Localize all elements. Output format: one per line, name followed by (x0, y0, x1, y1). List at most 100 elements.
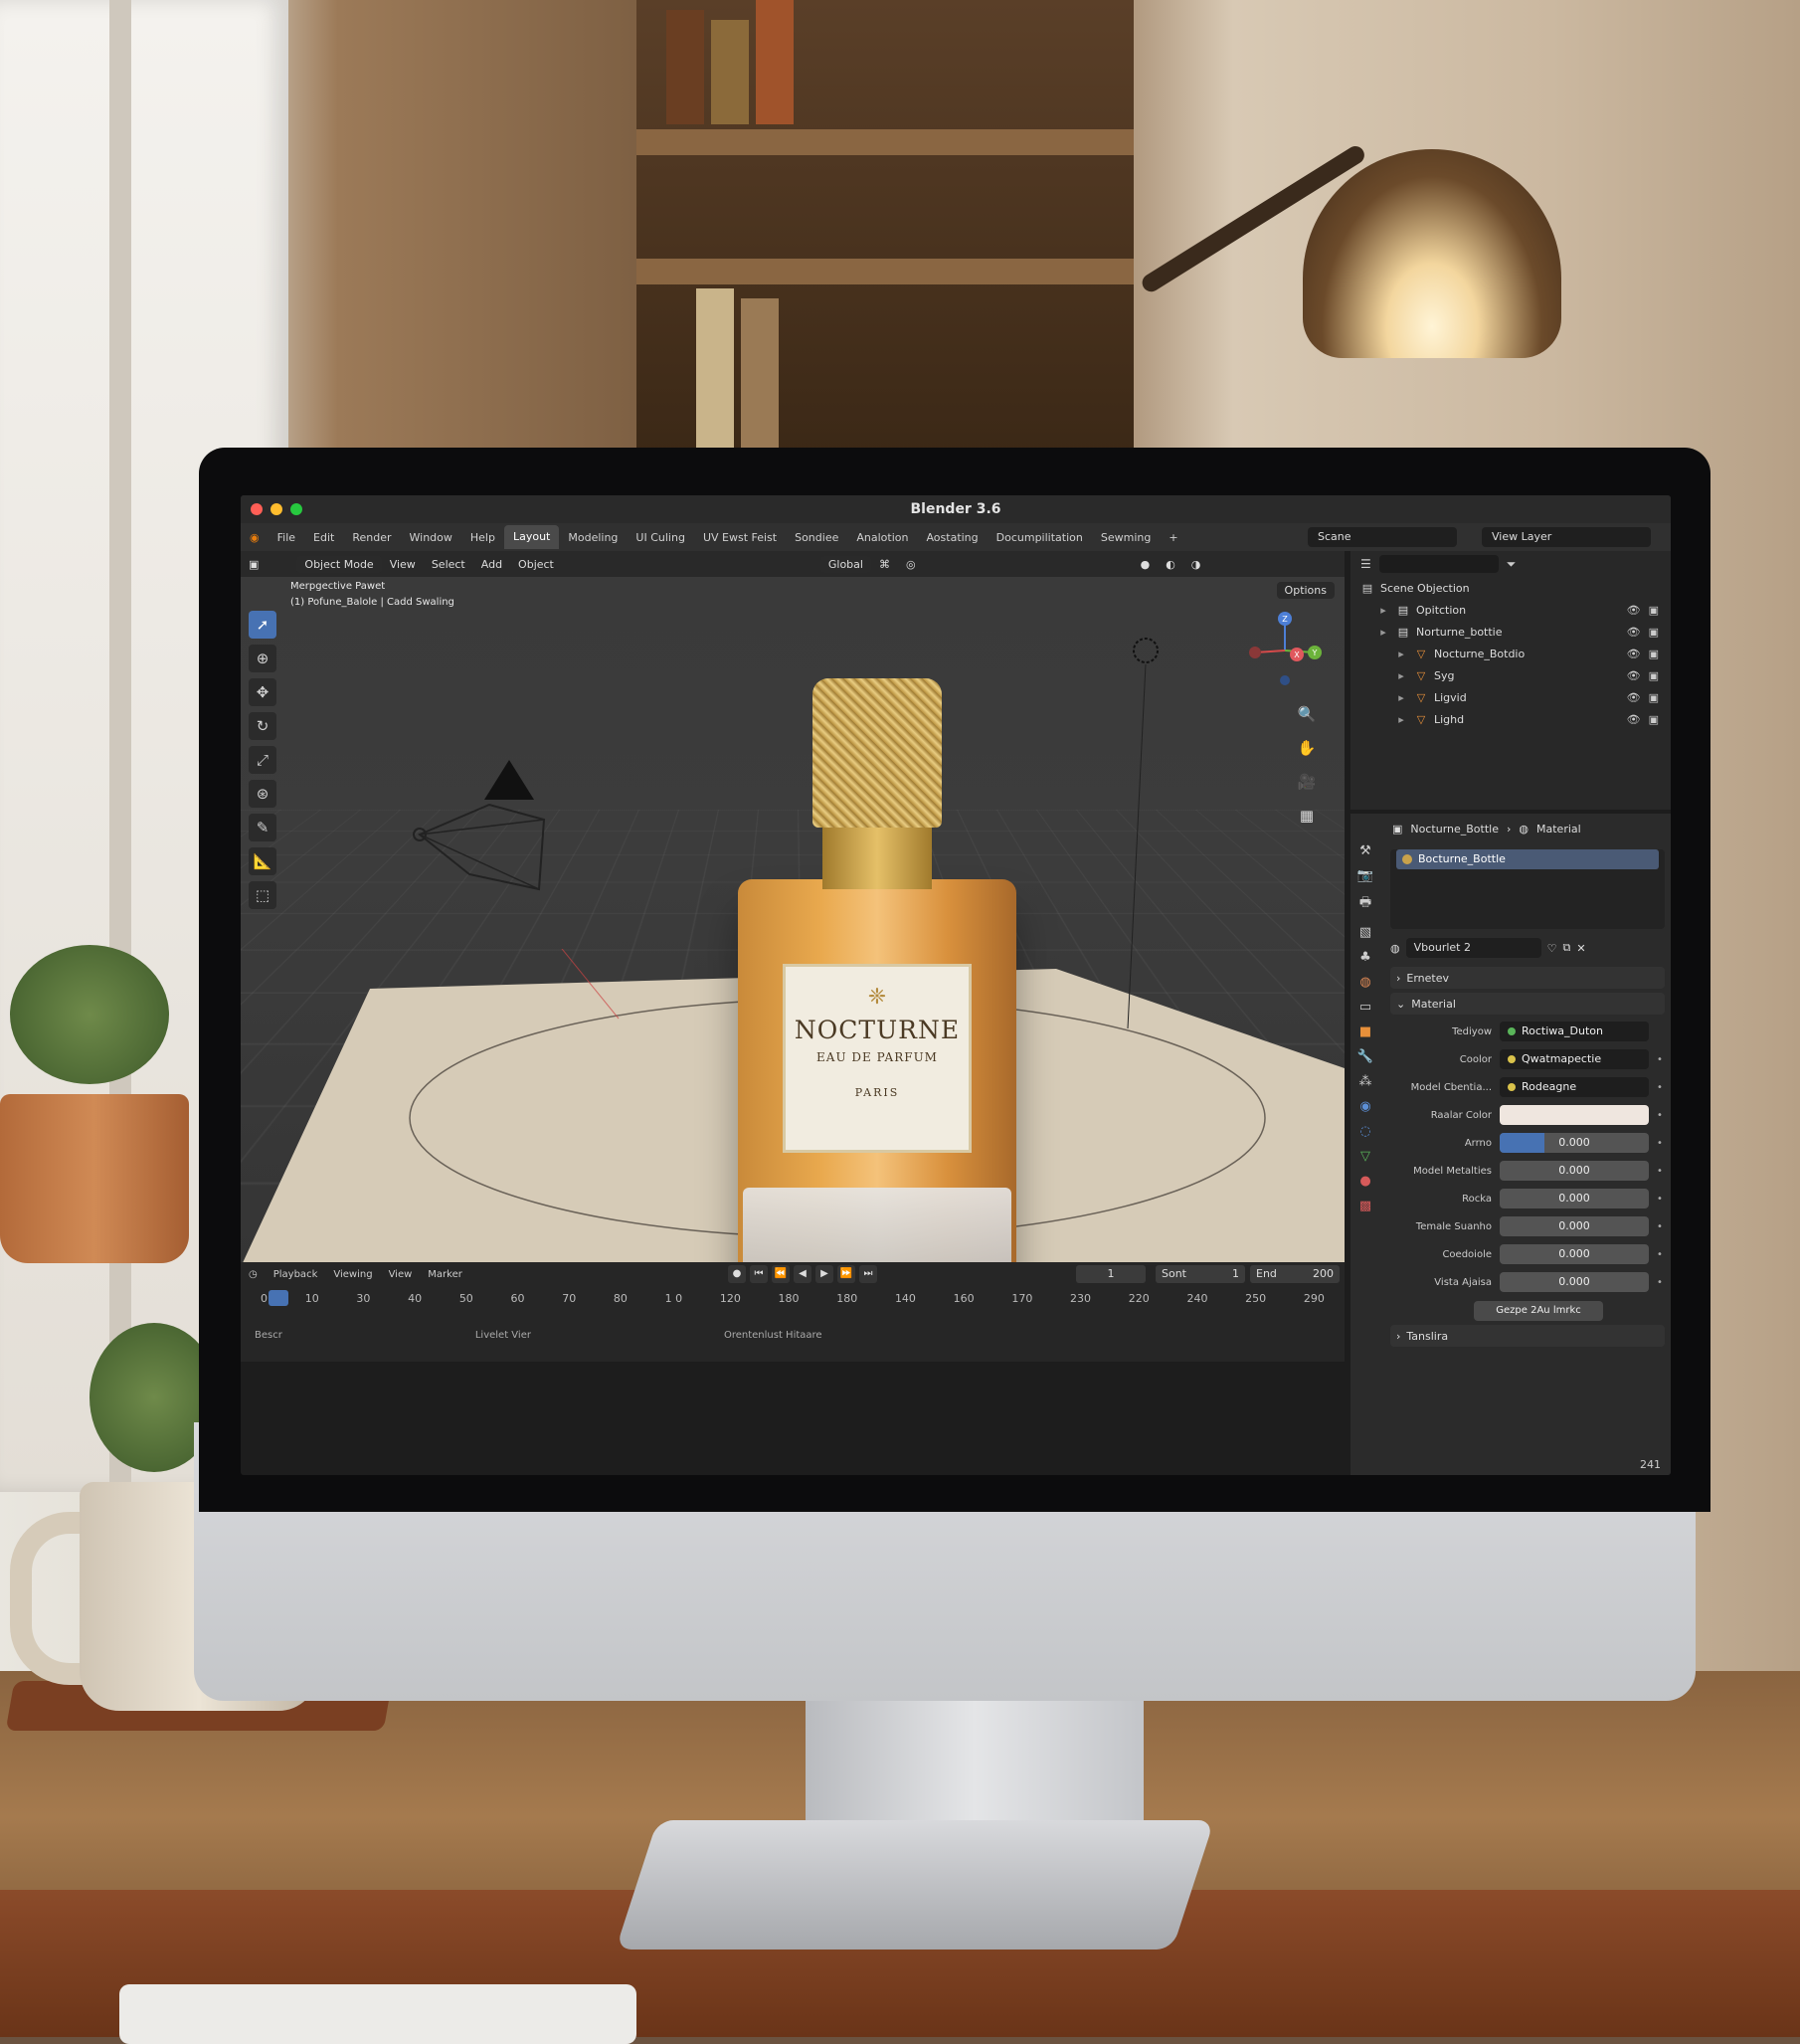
display-mode-icon[interactable]: ☰ (1360, 557, 1371, 571)
snap-icon[interactable]: ⌘ (871, 558, 898, 571)
menu-object[interactable]: Object (510, 558, 562, 571)
world-tab-icon[interactable]: ◍ (1359, 975, 1370, 990)
minimize-button[interactable] (270, 503, 282, 515)
expand-arrow-icon[interactable]: ▸ (1376, 625, 1390, 639)
menu-marker[interactable]: Marker (420, 1269, 470, 1280)
transform-icon[interactable]: ⊛ (249, 780, 276, 808)
physics-tab-icon[interactable]: ◉ (1359, 1099, 1370, 1114)
timeline[interactable]: ◷ Playback Viewing View Marker ● ⏮ ⏪ ◀ ▶… (241, 1262, 1345, 1362)
keyframe-dot-icon[interactable]: • (1657, 1110, 1663, 1121)
tab-uv[interactable]: UV Ewst Feist (694, 531, 786, 544)
keyframe-dot-icon[interactable]: • (1657, 1054, 1663, 1065)
tab-ui-culing[interactable]: UI Culing (627, 531, 694, 544)
material-tab-icon[interactable]: ● (1359, 1174, 1370, 1189)
shading-rendered-icon[interactable]: ◑ (1183, 558, 1209, 571)
jump-end-icon[interactable]: ⏭ (859, 1265, 877, 1283)
zoom-icon[interactable]: 🔍 (1293, 700, 1321, 728)
play-icon[interactable]: ▶ (815, 1265, 833, 1283)
material-slot[interactable]: Bocturne_Bottle (1396, 849, 1659, 869)
menu-render[interactable]: Render (343, 531, 400, 544)
shading-material-icon[interactable]: ◐ (1158, 558, 1183, 571)
editor-type-icon[interactable]: ▣ (241, 558, 267, 571)
keyframe-dot-icon[interactable]: • (1657, 1138, 1663, 1149)
property-field[interactable]: 0.000 (1500, 1133, 1649, 1153)
property-field[interactable]: 0.000 (1500, 1161, 1649, 1181)
duplicate-icon[interactable]: ⧉ (1562, 941, 1570, 955)
menu-edit[interactable]: Edit (304, 531, 343, 544)
outliner-item[interactable]: ▸ ▽ Syg 👁 ▣ (1350, 664, 1671, 686)
tab-aostating[interactable]: Aostating (917, 531, 987, 544)
shading-solid-icon[interactable]: ● (1133, 558, 1159, 571)
property-field[interactable] (1500, 1105, 1649, 1125)
tab-documpilitation[interactable]: Documpilitation (988, 531, 1092, 544)
panel-next[interactable]: › Tanslira (1390, 1325, 1665, 1347)
material-slot-list[interactable]: Bocturne_Bottle (1390, 849, 1665, 929)
tab-modeling[interactable]: Modeling (559, 531, 627, 544)
move-icon[interactable]: ✥ (249, 678, 276, 706)
play-reverse-icon[interactable]: ◀ (794, 1265, 811, 1283)
menu-help[interactable]: Help (461, 531, 504, 544)
keyframe-dot-icon[interactable]: • (1657, 1221, 1663, 1232)
fake-user-icon[interactable]: ♡ (1547, 942, 1557, 955)
tab-analotion[interactable]: Analotion (847, 531, 917, 544)
mode-selector[interactable]: Object Mode (296, 555, 382, 573)
timeline-editor-icon[interactable]: ◷ (241, 1269, 266, 1280)
menu-add[interactable]: Add (473, 558, 510, 571)
close-button[interactable] (251, 503, 263, 515)
panel-material[interactable]: ⌄ Material (1390, 993, 1665, 1015)
next-keyframe-icon[interactable]: ⏩ (837, 1265, 855, 1283)
grid-view-icon[interactable]: ▦ (1293, 802, 1321, 830)
tool-tab-icon[interactable]: ⚒ (1359, 843, 1371, 858)
outliner-item[interactable]: ▸ ▤ Norturne_bottie 👁 ▣ (1350, 621, 1671, 643)
measure-icon[interactable]: 📐 (249, 847, 276, 875)
breadcrumb-object[interactable]: Nocturne_Bottle (1410, 823, 1499, 836)
menu-playback[interactable]: Playback (266, 1269, 326, 1280)
keyframe-dot-icon[interactable]: • (1657, 1249, 1663, 1260)
pan-hand-icon[interactable]: ✋ (1293, 734, 1321, 762)
filter-icon[interactable]: ⏷ (1507, 557, 1517, 572)
annotate-icon[interactable]: ✎ (249, 814, 276, 841)
texture-tab-icon[interactable]: ▩ (1359, 1199, 1371, 1213)
property-field[interactable]: 0.000 (1500, 1244, 1649, 1264)
eye-icon[interactable]: 👁 (1627, 626, 1641, 639)
render-toggle-icon[interactable]: ▣ (1649, 648, 1659, 660)
view-layer-tab-icon[interactable]: ▧ (1359, 925, 1371, 940)
outliner-item[interactable]: ▸ ▽ Nocturne_Botdio 👁 ▣ (1350, 643, 1671, 664)
tab-layout[interactable]: Layout (503, 525, 560, 549)
tab-sondiee[interactable]: Sondiee (786, 531, 847, 544)
output-tab-icon[interactable]: 🖶 (1359, 893, 1371, 915)
menu-viewing[interactable]: Viewing (325, 1269, 380, 1280)
outliner-item[interactable]: ▸ ▤ Opitction 👁 ▣ (1350, 599, 1671, 621)
browse-material-icon[interactable]: ◍ (1390, 942, 1400, 955)
current-frame-field[interactable]: 1 (1076, 1265, 1146, 1283)
scene-tab-icon[interactable]: ♣ (1359, 950, 1371, 965)
eye-icon[interactable]: 👁 (1627, 604, 1641, 617)
add-workspace-button[interactable]: + (1160, 531, 1186, 544)
transform-orientation-selector[interactable]: Global (819, 555, 871, 573)
property-field[interactable]: 0.000 (1500, 1189, 1649, 1208)
3d-viewport[interactable]: ❈ NOCTURNE EAU DE PARFUM PARIS ▣ Object … (241, 551, 1345, 1262)
navigation-gizmo[interactable]: Z Y X (1245, 611, 1325, 690)
render-toggle-icon[interactable]: ▣ (1649, 604, 1659, 617)
menu-timeline-view[interactable]: View (381, 1269, 421, 1280)
select-icon[interactable]: ➚ (249, 611, 276, 639)
menu-view[interactable]: View (382, 558, 424, 571)
prev-keyframe-icon[interactable]: ⏪ (772, 1265, 790, 1283)
eye-icon[interactable]: 👁 (1627, 691, 1641, 704)
property-field[interactable]: 0.000 (1500, 1272, 1649, 1292)
panel-preview[interactable]: › Ernetev (1390, 967, 1665, 989)
scale-icon[interactable]: ⤢ (249, 746, 276, 774)
camera-object[interactable] (410, 740, 609, 919)
expand-arrow-icon[interactable]: ▸ (1394, 647, 1408, 660)
particles-tab-icon[interactable]: ⁂ (1359, 1074, 1372, 1089)
keyframe-dot-icon[interactable]: • (1657, 1166, 1663, 1177)
render-toggle-icon[interactable]: ▣ (1649, 669, 1659, 682)
outliner[interactable]: ☰ ⏷ ▤ Scene Objection ▸ ▤ Opitction 👁 ▣ ▸ ▤ Nor… (1350, 551, 1671, 810)
keyframe-dot-icon[interactable]: • (1657, 1194, 1663, 1205)
eye-icon[interactable]: 👁 (1627, 669, 1641, 682)
expand-arrow-icon[interactable]: ▸ (1394, 690, 1408, 704)
properties-action-button[interactable]: Gezpe 2Au lmrkc (1474, 1301, 1603, 1321)
constraints-tab-icon[interactable]: ◌ (1359, 1124, 1370, 1139)
cursor-icon[interactable]: ⊕ (249, 645, 276, 672)
unlink-icon[interactable]: ✕ (1576, 942, 1585, 955)
